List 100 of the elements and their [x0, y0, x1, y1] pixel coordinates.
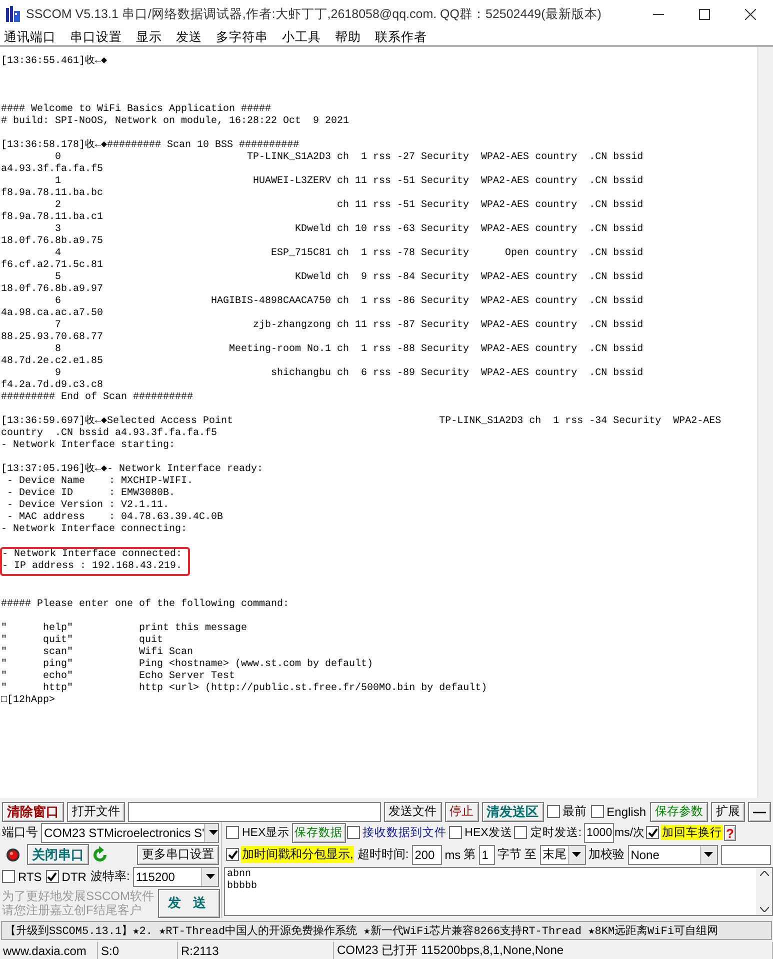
terminal-line: TP-LINK_S1A2D3 ch 1 rss -34 Security WPA2-AES: [439, 416, 722, 428]
checkbox[interactable]: [46, 870, 59, 883]
menu-item[interactable]: 发送: [174, 28, 208, 45]
checkbox-label: 加回车换行: [661, 825, 724, 840]
scan-index: 2: [55, 200, 61, 212]
checkbox[interactable]: [590, 805, 604, 818]
status-field: www.daxia.com: [0, 942, 98, 959]
terminal-line: [13:36:55.461]收←◆: [1, 56, 108, 68]
checkbox-label: RTS: [17, 870, 43, 884]
network-details: ch 1 rss -86 Security WPA2-AES country .CN bssid: [337, 296, 644, 308]
scan-index: 6: [55, 296, 61, 308]
news-ticker: 【升级到SSCOM5.13.1】★2. ★RT-Thread中国人的开源免费操作系统 ★新一代WiFi芯片兼容8266支持RT-Thread ★8KM远距离WiFi可自组网: [1, 921, 772, 940]
refresh-icon[interactable]: [92, 846, 108, 863]
network-name: HUAWEI-L3ZERV: [253, 176, 332, 187]
scan-index: 1: [55, 176, 61, 188]
help-button[interactable]: ?: [724, 824, 736, 840]
checkbox-label: 接收数据到文件: [362, 826, 448, 840]
file-path-field[interactable]: [128, 802, 381, 822]
menu-item[interactable]: 联系作者: [373, 28, 433, 45]
close-port-button[interactable]: 关闭串口: [27, 844, 89, 865]
terminal-line: - Network Interface connected:: [2, 549, 182, 560]
network-name: TP-LINK_S1A2D3: [247, 152, 332, 163]
menu-item[interactable]: 多字符串: [214, 28, 274, 45]
caret-icon: [700, 846, 717, 864]
terminal-line: 48.7d.2e.c2.e1.85: [1, 356, 104, 368]
expand-button[interactable]: 扩展: [711, 802, 745, 822]
terminal-line: " echo" Echo Server Test: [1, 671, 236, 682]
terminal-line: " ping" Ping <hostname> (www.st.com by default): [1, 659, 374, 670]
checkbox[interactable]: [514, 826, 528, 839]
clear-send-button[interactable]: 清发送区: [482, 802, 544, 822]
bytes-label: 字节: [498, 846, 522, 863]
close-icon[interactable]: [744, 8, 756, 20]
promo-text: 为了更好地发展SSCOM软件 请您注册嘉立创F结尾客户: [2, 889, 154, 917]
status-field: COM23 已打开 115200bps,8,1,None,None: [334, 942, 773, 959]
save-params-button[interactable]: 保存参数: [650, 802, 708, 822]
terminal-line: f4.2a.7d.d9.c3.c8: [1, 380, 104, 392]
terminal-line: a4.93.3f.fa.fa.f5: [1, 164, 104, 176]
open-file-button[interactable]: 打开文件: [67, 802, 125, 822]
terminal-line: ##### Please enter one of the following command:: [1, 599, 290, 611]
checkbox-label: HEX发送: [464, 826, 514, 840]
menu-item[interactable]: 通讯端口: [2, 28, 62, 45]
terminal-line: - Network Interface starting:: [1, 440, 176, 452]
menu-item[interactable]: 串口设置: [68, 28, 128, 45]
terminal-line: f8.9a.78.11.ba.bc: [1, 188, 104, 200]
checkbox[interactable]: [448, 826, 462, 839]
menu-item[interactable]: 帮助: [333, 28, 367, 45]
terminal-line: [13:36:58.178]收←◆######### Scan 10 BSS ##########: [1, 140, 300, 152]
terminal-line: f6.cf.a2.71.5c.81: [1, 260, 104, 272]
checkbox[interactable]: [226, 848, 239, 861]
stop-button[interactable]: 停止: [444, 802, 479, 822]
network-details: ch 9 rss -84 Security WPA2-AES country .CN bssid: [337, 272, 644, 284]
terminal-line: " scan" Wifi Scan: [1, 647, 194, 658]
from-field[interactable]: 1: [478, 844, 495, 864]
checkbox[interactable]: [226, 826, 239, 839]
checkbox-label: HEX显示: [241, 826, 291, 840]
scan-index: 9: [55, 368, 61, 380]
network-details: ch 11 rss -87 Security WPA2-AES country .CN bssid: [337, 320, 644, 332]
network-name: Meeting-room No.1: [229, 344, 332, 355]
checksum-label: 加校验: [588, 846, 625, 863]
checkbox[interactable]: [646, 826, 660, 839]
timeout-field[interactable]: 200: [412, 844, 442, 864]
status-field: S:0: [98, 942, 178, 959]
clear-window-button[interactable]: 清除窗口: [2, 802, 64, 822]
network-name: ESP_715C81: [271, 248, 332, 259]
checksum-select[interactable]: None: [628, 844, 718, 864]
network-name: zjb-zhangzong: [253, 320, 332, 331]
caret-icon: [201, 868, 218, 886]
network-details: ch 1 rss -78 Security Open country .CN bssid: [337, 248, 644, 260]
terminal-line: 4a.98.ca.ac.a7.50: [1, 308, 104, 320]
save-data-button[interactable]: 保存数据: [292, 822, 346, 842]
baud-select[interactable]: 115200: [132, 866, 219, 886]
network-details: ch 1 rss -27 Security WPA2-AES country .CN bssid: [337, 152, 644, 164]
terminal-line: 18.0f.76.8b.a9.97: [1, 284, 104, 296]
menu-item[interactable]: 显示: [134, 28, 168, 45]
terminal-line: □[12hApp>: [1, 695, 56, 707]
port-label: 端口号: [2, 824, 38, 841]
port-select[interactable]: COM23 STMicroelectronics S': [41, 822, 219, 842]
checkbox[interactable]: [2, 870, 15, 883]
terminal-line: - Device ID : EMW3080B.: [6, 488, 176, 500]
terminal-line: f8.9a.78.11.ba.c1: [1, 212, 104, 224]
terminal-line: - Network Interface connecting:: [1, 524, 188, 536]
maximize-icon[interactable]: [698, 8, 710, 20]
interval-field[interactable]: 1000: [584, 822, 614, 842]
checkbox[interactable]: [546, 805, 560, 818]
send-file-button[interactable]: 发送文件: [384, 802, 442, 822]
network-name: KDweld: [295, 272, 332, 283]
baud-label: 波特率:: [90, 868, 130, 885]
more-settings-button[interactable]: 更多串口设置: [137, 844, 219, 864]
terminal-line: ######### End of Scan ##########: [1, 392, 194, 404]
checkbox-label: DTR: [60, 870, 88, 884]
checkbox[interactable]: [346, 826, 360, 839]
terminal-line: 18.0f.76.8b.a9.75: [1, 236, 104, 248]
send-button[interactable]: 发 送: [158, 888, 220, 918]
timeout-unit: ms: [444, 848, 461, 862]
collapse-button[interactable]: —: [748, 802, 771, 822]
terminal-line: " quit" quit: [1, 635, 164, 646]
menu-item[interactable]: 小工具: [280, 28, 327, 45]
to-select[interactable]: 末尾: [540, 844, 586, 864]
from-label: 第: [464, 846, 476, 863]
checksum-field[interactable]: [720, 844, 771, 864]
